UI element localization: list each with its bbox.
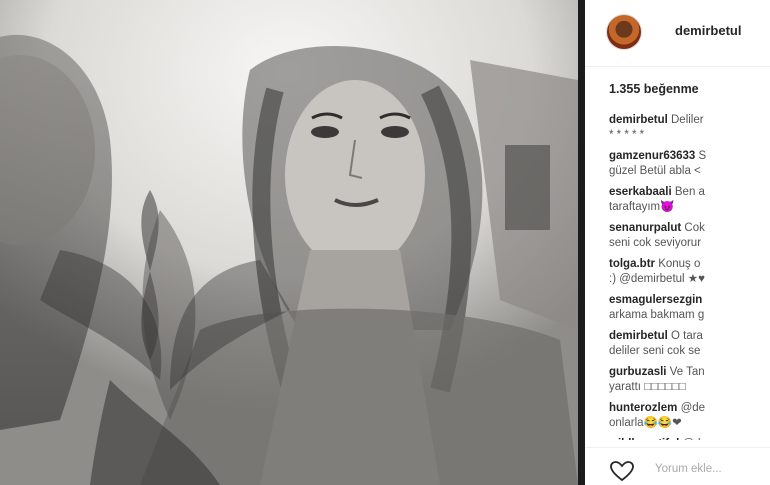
comment-text-line2: onlarla😂😂❤ xyxy=(609,417,682,429)
comment-text: Ve Tan xyxy=(669,366,705,378)
comment-text: Cok xyxy=(684,222,705,234)
comment-item: wildbeautiful @d xyxy=(609,437,770,440)
comment-text-line2: * * * * * xyxy=(609,129,645,141)
post-sidebar: demirbetul 1.355 beğenme demirbetul Deli… xyxy=(585,0,770,485)
comment-username[interactable]: gamzenur63633 xyxy=(609,150,695,162)
comment-item: senanurpalut Cok seni cok seviyorur xyxy=(609,221,770,257)
comment-item: gurbuzasli Ve Tan yarattı □□□□□□ xyxy=(609,365,770,401)
comment-username[interactable]: hunterozlem xyxy=(609,402,677,414)
heart-outline-icon[interactable] xyxy=(609,460,635,482)
pane-divider xyxy=(578,0,585,485)
comment-username[interactable]: esmagulersezgin xyxy=(609,294,702,306)
comment-text: Konuş o xyxy=(658,258,701,270)
comment-item: gamzenur63633 S güzel Betül abla < xyxy=(609,149,770,185)
selfie-mirror-photo xyxy=(0,0,578,485)
comment-text-line2: arkama bakmam g xyxy=(609,309,705,321)
comment-text-line2: yarattı □□□□□□ xyxy=(609,381,686,393)
like-count[interactable]: 1.355 beğenme xyxy=(609,82,699,96)
username-link[interactable]: demirbetul xyxy=(675,23,741,38)
comment-text: Deliler xyxy=(671,114,704,126)
comment-text: @de xyxy=(680,402,706,414)
comment-text-line2: güzel Betül abla < xyxy=(609,165,701,177)
comment-username[interactable]: senanurpalut xyxy=(609,222,681,234)
comment-text: S xyxy=(698,150,707,162)
comment-item: demirbetul O tara deliler seni cok se xyxy=(609,329,770,365)
comment-text-line2: deliler seni cok se xyxy=(609,345,701,357)
post-photo[interactable] xyxy=(0,0,578,485)
comment-item: demirbetul Deliler * * * * * xyxy=(609,113,770,149)
comment-text-line2: taraftayım😈 xyxy=(609,201,675,213)
comment-item: tolga.btr Konuş o :) @demirbetul ★♥ xyxy=(609,257,770,293)
avatar[interactable] xyxy=(607,15,641,49)
comment-item: eserkabaali Ben a taraftayım😈 xyxy=(609,185,770,221)
comment-input[interactable] xyxy=(655,460,770,478)
comment-username[interactable]: demirbetul xyxy=(609,114,668,126)
comment-item: hunterozlem @de onlarla😂😂❤ xyxy=(609,401,770,437)
comment-list: demirbetul Deliler * * * * * gamzenur636… xyxy=(609,113,770,440)
comment-text-line2: seni cok seviyorur xyxy=(609,237,702,249)
comment-text-line2: :) @demirbetul ★♥ xyxy=(609,273,705,285)
comment-username[interactable]: wildbeautiful xyxy=(609,438,679,440)
comment-username[interactable]: tolga.btr xyxy=(609,258,655,270)
post-header: demirbetul xyxy=(585,0,770,67)
comment-username[interactable]: demirbetul xyxy=(609,330,668,342)
comment-text: @d xyxy=(682,438,700,440)
comment-item: esmagulersezgin arkama bakmam g xyxy=(609,293,770,329)
comment-username[interactable]: gurbuzasli xyxy=(609,366,667,378)
comment-username[interactable]: eserkabaali xyxy=(609,186,672,198)
comment-text: O tara xyxy=(671,330,703,342)
comment-text: Ben a xyxy=(674,186,705,198)
comment-footer xyxy=(585,447,770,485)
